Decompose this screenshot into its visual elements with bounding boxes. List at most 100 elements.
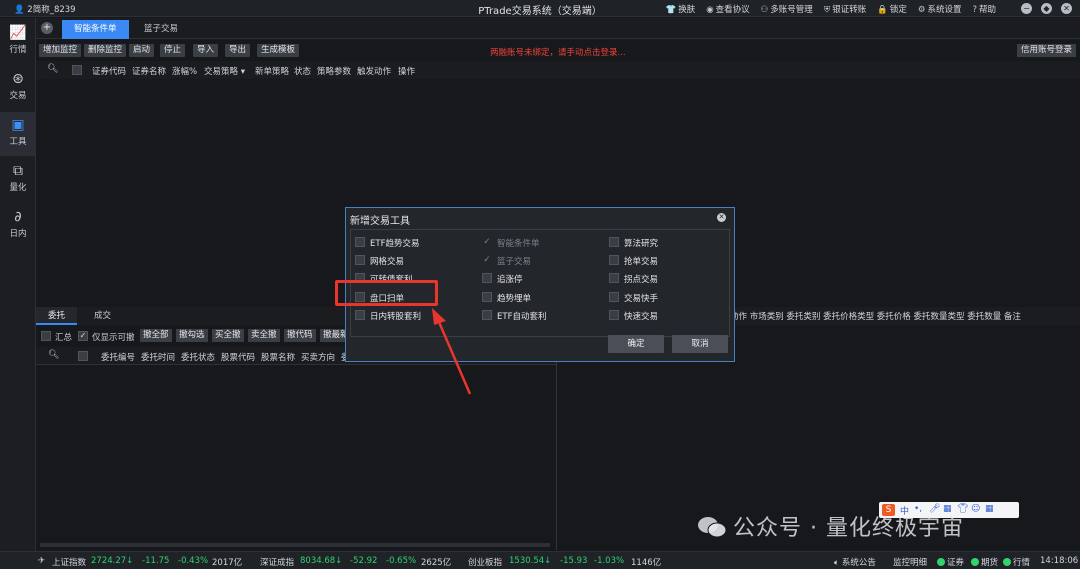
menu-protocol[interactable]: ◉ 查看协议 bbox=[706, 3, 749, 15]
idx3-volume: 1146亿 bbox=[631, 558, 662, 568]
idx2-volume: 2625亿 bbox=[421, 558, 452, 568]
cancel-button[interactable]: 取消 bbox=[672, 335, 728, 353]
add-tab-icon[interactable]: + bbox=[41, 22, 53, 34]
import-button[interactable]: 导入 bbox=[193, 44, 219, 57]
stop-button[interactable]: 停止 bbox=[160, 44, 186, 57]
idx3-value: 1530.54↓ bbox=[509, 556, 552, 566]
checkbox[interactable] bbox=[609, 292, 619, 302]
start-button[interactable]: 启动 bbox=[129, 44, 155, 57]
minimize-icon[interactable]: − bbox=[1021, 3, 1032, 14]
nav-item-quant[interactable]: ⧉ 量化 bbox=[0, 158, 36, 202]
grid-icon: ▦ bbox=[985, 504, 994, 514]
idx1-value: 2724.27↓ bbox=[91, 556, 134, 566]
cancel-all-button[interactable]: 撤全部 bbox=[140, 329, 172, 342]
menu-skin[interactable]: 👕 换肤 bbox=[666, 3, 696, 15]
summary-label: 汇总 bbox=[55, 333, 73, 343]
idx3-name: 创业板指 bbox=[468, 558, 503, 568]
cancel-checked-button[interactable]: 撤勾选 bbox=[176, 329, 208, 342]
only-cancelable-checkbox[interactable]: ✓ bbox=[78, 331, 88, 341]
check-icon: ✓ bbox=[483, 237, 491, 247]
idx3-change: -15.93 bbox=[560, 556, 588, 566]
margin-account-warning[interactable]: 两融账号未绑定，请手动点击登录... bbox=[490, 46, 626, 58]
maximize-icon[interactable]: ◆ bbox=[1041, 3, 1052, 14]
check-icon: ✓ bbox=[483, 255, 491, 265]
tab-fills[interactable]: 成交 bbox=[82, 307, 123, 325]
delete-monitor-button[interactable]: 删除监控 bbox=[84, 44, 127, 57]
export-button[interactable]: 导出 bbox=[225, 44, 251, 57]
confirm-button[interactable]: 确定 bbox=[608, 335, 664, 353]
menu-settings[interactable]: ⚙ 系统设置 bbox=[918, 3, 962, 15]
dialog-close-icon[interactable]: ✕ bbox=[717, 213, 726, 222]
col-trigger: 触发动作 bbox=[357, 67, 392, 77]
checkbox[interactable] bbox=[482, 273, 492, 283]
col-code: 证券代码 bbox=[92, 67, 127, 77]
col-params: 策略参数 bbox=[317, 67, 352, 77]
status-securities: 证券 bbox=[937, 556, 964, 568]
top-menu: 👕 换肤 ◉ 查看协议 ⚇ 多账号管理 ⛨ 银证转账 🔒 锁定 ⚙ 系统设置 ? 帮助 bbox=[666, 3, 996, 15]
nav-item-trade[interactable]: ⊛ 交易 bbox=[0, 66, 36, 110]
pin-icon[interactable]: ✈ bbox=[38, 556, 45, 566]
checkbox[interactable] bbox=[355, 310, 365, 320]
tab-orders[interactable]: 委托 bbox=[36, 307, 78, 325]
status-bar: ✈ 上证指数 2724.27↓ -11.75 -0.43% 2017亿 深证成指… bbox=[0, 551, 1080, 569]
checkbox[interactable] bbox=[609, 255, 619, 265]
monitor-table-header: 🔍︎ 证券代码 证券名称 涨幅% 交易策略 ▾ 新单策略 状态 策略参数 触发动… bbox=[36, 61, 1080, 79]
users-icon: ⚇ bbox=[760, 5, 769, 15]
status-dot-icon bbox=[937, 558, 945, 566]
tab-basket[interactable]: 篮子交易 bbox=[132, 20, 190, 39]
checkbox[interactable] bbox=[355, 237, 365, 247]
user-label[interactable]: 👤 2简称_8239 bbox=[14, 3, 76, 15]
lock-icon: 🔒 bbox=[877, 5, 888, 15]
wechat-icon bbox=[698, 517, 727, 538]
toolbar: 增加监控 删除监控 启动 停止 导入 导出 生成模板 两融账号未绑定，请手动点击… bbox=[36, 42, 1080, 60]
help-icon: ? bbox=[972, 5, 977, 15]
col-strategy[interactable]: 交易策略 ▾ bbox=[204, 65, 245, 77]
checkbox[interactable] bbox=[355, 255, 365, 265]
clock: 14:18:06 bbox=[1040, 556, 1079, 566]
select-all-checkbox[interactable] bbox=[72, 65, 82, 75]
announcement-link[interactable]: 🔈︎ 系统公告 bbox=[834, 556, 876, 568]
gear-icon: ⚙ bbox=[917, 5, 926, 15]
summary-checkbox[interactable] bbox=[41, 331, 51, 341]
nav-item-market[interactable]: 📈 行情 bbox=[0, 20, 36, 64]
tab-smart-condition[interactable]: 智能条件单 bbox=[62, 20, 129, 39]
idx1-percent: -0.43% bbox=[178, 556, 209, 566]
menu-lock[interactable]: 🔒 锁定 bbox=[877, 3, 907, 15]
checkbox[interactable] bbox=[609, 273, 619, 283]
status-quotes: 行情 bbox=[1003, 556, 1030, 568]
order-select-all-checkbox[interactable] bbox=[78, 351, 88, 361]
add-monitor-button[interactable]: 增加监控 bbox=[39, 44, 82, 57]
dialog-title: 新增交易工具 bbox=[350, 216, 410, 227]
close-icon[interactable]: ✕ bbox=[1061, 3, 1072, 14]
idx1-volume: 2017亿 bbox=[212, 558, 243, 568]
search-icon[interactable]: 🔍︎ bbox=[47, 64, 58, 74]
transfer-icon: ⛨ bbox=[823, 5, 831, 15]
idx1-name: 上证指数 bbox=[52, 558, 87, 568]
checkbox[interactable] bbox=[482, 310, 492, 320]
horizontal-scrollbar[interactable] bbox=[40, 543, 550, 547]
cancel-all-sell-button[interactable]: 卖全撤 bbox=[248, 329, 280, 342]
col-status: 状态 bbox=[294, 67, 312, 77]
generate-template-button[interactable]: 生成模板 bbox=[257, 44, 300, 57]
highlight-box bbox=[335, 280, 438, 306]
col-order-time: 委托时间 bbox=[141, 353, 176, 363]
menu-bank-transfer[interactable]: ⛨ 银证转账 bbox=[824, 3, 866, 15]
status-futures: 期货 bbox=[971, 556, 998, 568]
checkbox[interactable] bbox=[609, 237, 619, 247]
cancel-code-button[interactable]: 撤代码 bbox=[284, 329, 316, 342]
nav-item-tools[interactable]: ▣ 工具 bbox=[0, 112, 36, 156]
credit-login-button[interactable]: 信用账号登录 bbox=[1016, 44, 1076, 57]
menu-multi-account[interactable]: ⚇ 多账号管理 bbox=[761, 3, 813, 15]
right-table-header: 动作 市场类别 委托类别 委托价格类型 委托价格 委托数量类型 委托数量 备注 bbox=[730, 312, 1021, 322]
checkbox[interactable] bbox=[482, 292, 492, 302]
nav-item-intraday[interactable]: ∂ 日内 bbox=[0, 204, 36, 248]
checkbox[interactable] bbox=[609, 310, 619, 320]
col-name: 证券名称 bbox=[132, 67, 167, 77]
cancel-all-buy-button[interactable]: 买全撤 bbox=[212, 329, 244, 342]
order-search-icon[interactable]: 🔍︎ bbox=[48, 350, 59, 360]
idx1-change: -11.75 bbox=[142, 556, 170, 566]
window-controls: − ◆ ✕ bbox=[1021, 3, 1072, 14]
menu-help[interactable]: ? 帮助 bbox=[972, 3, 996, 15]
status-dot-icon bbox=[1003, 558, 1011, 566]
monitor-detail-link[interactable]: 监控明细 bbox=[893, 556, 927, 568]
